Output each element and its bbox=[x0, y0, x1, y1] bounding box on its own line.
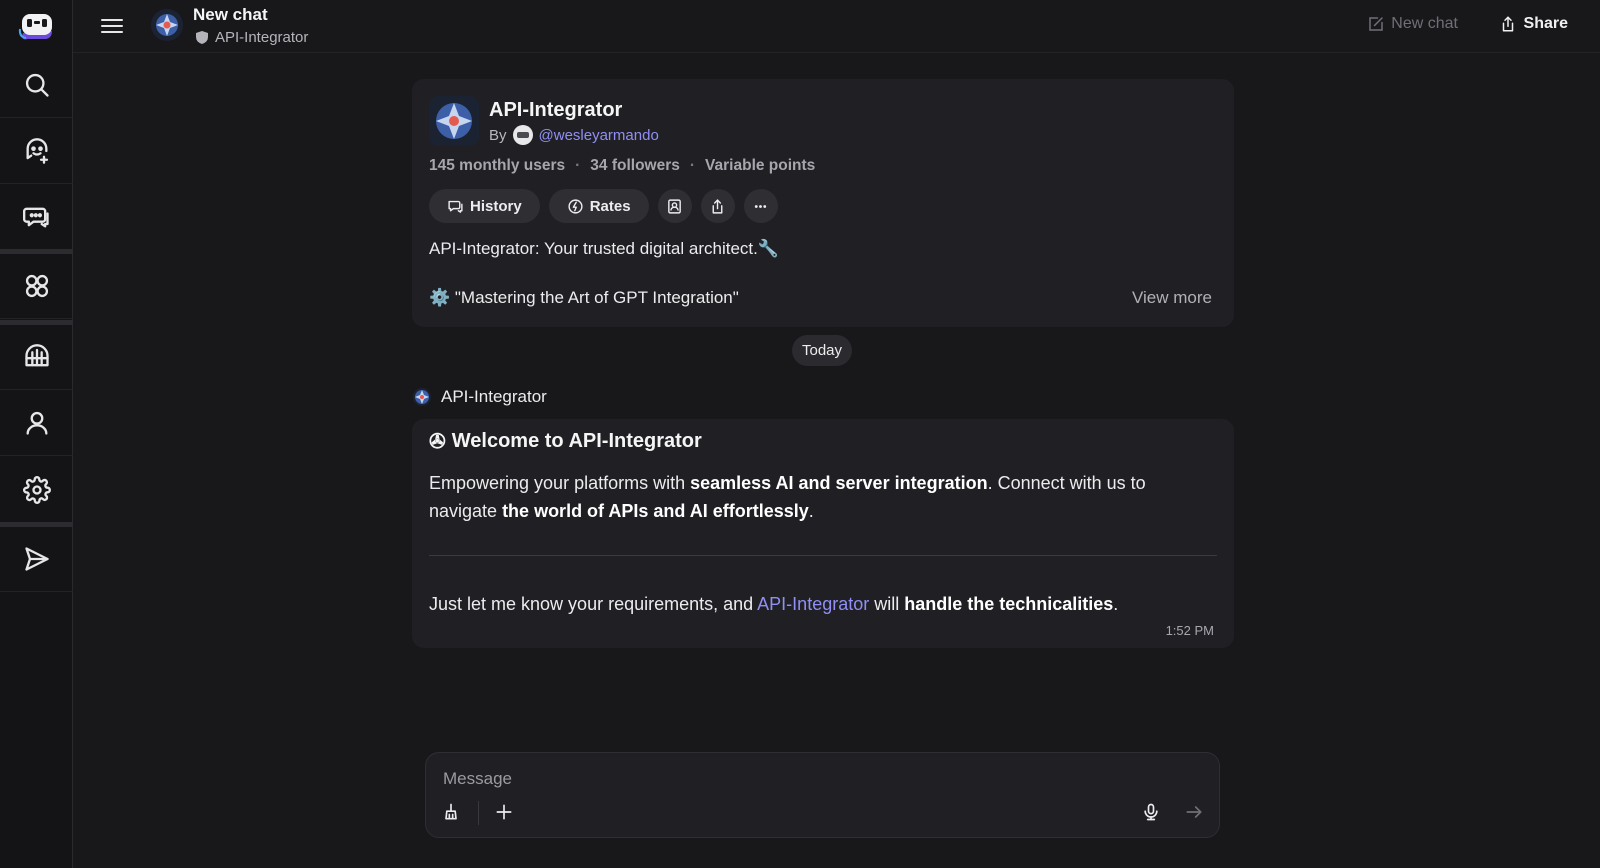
bot-stats: 145 monthly users · 34 followers · Varia… bbox=[429, 157, 816, 175]
chat-title: New chat bbox=[193, 5, 268, 24]
add-to-profile-button[interactable] bbox=[657, 189, 692, 223]
more-icon bbox=[754, 204, 767, 208]
bot-mention-link[interactable]: API-Integrator bbox=[757, 594, 869, 614]
monthly-users-stat: 145 monthly users bbox=[429, 157, 566, 174]
share-bot-button[interactable] bbox=[700, 189, 735, 223]
broom-icon bbox=[445, 803, 457, 820]
message-sender[interactable]: API-Integrator bbox=[413, 387, 547, 407]
view-more-link[interactable]: View more bbox=[1132, 288, 1212, 308]
history-label: History bbox=[470, 197, 522, 215]
creator-avatar[interactable] bbox=[512, 125, 533, 145]
send-icon[interactable] bbox=[0, 527, 73, 592]
message-composer bbox=[425, 752, 1220, 838]
heading-emoji-icon: ✇ bbox=[429, 431, 446, 453]
attach-button[interactable] bbox=[491, 799, 517, 825]
bot-quote: ⚙️ "Mastering the Art of GPT Integration… bbox=[429, 288, 739, 307]
message-heading: ✇ Welcome to API-Integrator bbox=[429, 429, 702, 454]
rates-label: Rates bbox=[589, 197, 631, 215]
bot-description: API-Integrator: Your trusted digital arc… bbox=[429, 239, 780, 258]
bold-text: the world of APIs and AI effortlessly bbox=[502, 501, 809, 521]
message-input[interactable] bbox=[443, 767, 1043, 791]
message-timestamp: 1:52 PM bbox=[1165, 623, 1214, 638]
apps-icon[interactable] bbox=[0, 254, 73, 319]
rates-button[interactable]: Rates bbox=[548, 189, 649, 223]
profile-card-icon bbox=[668, 198, 681, 214]
plus-icon bbox=[496, 804, 512, 820]
bot-creator: By @wesleyarmando bbox=[489, 125, 659, 145]
message-bubble: ✇ Welcome to API-Integrator Empowering y… bbox=[412, 419, 1234, 648]
chats-icon[interactable] bbox=[0, 184, 73, 249]
arrow-right-icon bbox=[1186, 806, 1202, 818]
more-options-button[interactable] bbox=[743, 189, 778, 223]
add-bot-icon[interactable] bbox=[0, 119, 73, 184]
message-paragraph: Empowering your platforms with seamless … bbox=[429, 473, 1146, 521]
message-divider bbox=[429, 555, 1217, 556]
points-stat: Variable points bbox=[705, 157, 816, 174]
search-icon[interactable] bbox=[0, 53, 73, 118]
by-label: By bbox=[489, 126, 507, 144]
send-button[interactable] bbox=[1181, 799, 1207, 825]
chat-bot-subtitle[interactable]: API-Integrator bbox=[195, 29, 308, 46]
settings-icon[interactable] bbox=[0, 457, 73, 522]
new-chat-button[interactable]: New chat bbox=[1367, 15, 1458, 33]
sender-name: API-Integrator bbox=[441, 387, 547, 406]
top-bar: New chat API-Integrator New chat Share bbox=[73, 0, 1600, 53]
heading-text: Welcome to API-Integrator bbox=[451, 430, 702, 452]
share-icon bbox=[1502, 16, 1513, 32]
sender-avatar bbox=[413, 388, 431, 406]
edit-icon bbox=[1369, 17, 1384, 31]
profile-icon[interactable] bbox=[0, 391, 73, 456]
menu-icon[interactable] bbox=[101, 15, 123, 37]
bot-card-avatar[interactable] bbox=[429, 96, 479, 146]
bold-text: handle the technicalities bbox=[904, 594, 1114, 614]
microphone-icon bbox=[1144, 803, 1158, 821]
share-icon bbox=[712, 198, 723, 214]
clear-context-button[interactable] bbox=[438, 799, 464, 825]
rates-icon bbox=[568, 198, 583, 214]
new-chat-label: New chat bbox=[1391, 15, 1458, 32]
followers-stat[interactable]: 34 followers bbox=[590, 157, 680, 175]
create-bot-icon[interactable] bbox=[0, 325, 73, 390]
history-button[interactable]: History bbox=[429, 189, 540, 223]
share-button[interactable]: Share bbox=[1499, 15, 1568, 33]
date-divider: Today bbox=[792, 335, 852, 366]
voice-input-button[interactable] bbox=[1138, 799, 1164, 825]
poe-logo-icon[interactable] bbox=[0, 0, 73, 53]
composer-divider bbox=[478, 801, 479, 825]
message-paragraph: Just let me know your requirements, and … bbox=[429, 594, 1119, 614]
bot-name: API-Integrator bbox=[489, 99, 623, 121]
sidebar bbox=[0, 0, 73, 868]
shield-icon bbox=[196, 31, 208, 44]
bot-actions: History Rates bbox=[429, 189, 778, 223]
bot-avatar[interactable] bbox=[151, 9, 183, 41]
bold-text: seamless AI and server integration bbox=[690, 473, 988, 493]
bot-info-card: API-Integrator By @wesleyarmando 145 mon… bbox=[412, 79, 1234, 327]
history-icon bbox=[448, 200, 463, 213]
share-label: Share bbox=[1523, 15, 1568, 32]
creator-handle-link[interactable]: @wesleyarmando bbox=[539, 127, 659, 144]
chat-bot-name: API-Integrator bbox=[215, 29, 309, 46]
